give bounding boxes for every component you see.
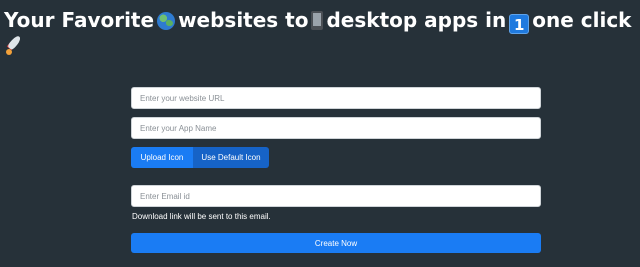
- heading-text-2: websites to: [178, 8, 309, 32]
- upload-icon-button[interactable]: Upload Icon: [131, 147, 193, 168]
- create-now-button[interactable]: Create Now: [131, 233, 541, 253]
- email-input[interactable]: [131, 185, 541, 207]
- heading-text-3: desktop apps in: [326, 8, 507, 32]
- mobile-phone-icon: [311, 11, 324, 30]
- app-name-input[interactable]: [131, 117, 541, 139]
- rocket-icon: [4, 34, 24, 56]
- globe-icon: [157, 12, 176, 30]
- page-heading: Your Favorite websites to desktop apps in 1…: [4, 7, 640, 56]
- heading-text-1: Your Favorite: [4, 8, 155, 32]
- website-url-input[interactable]: [131, 87, 541, 109]
- heading-text-4: one click: [532, 8, 632, 32]
- keycap-one-icon: 1: [509, 14, 530, 34]
- icon-choice-group: Upload Icon Use Default Icon: [131, 147, 269, 168]
- email-hint-text: Download link will be sent to this email…: [132, 212, 271, 221]
- use-default-icon-button[interactable]: Use Default Icon: [193, 147, 269, 168]
